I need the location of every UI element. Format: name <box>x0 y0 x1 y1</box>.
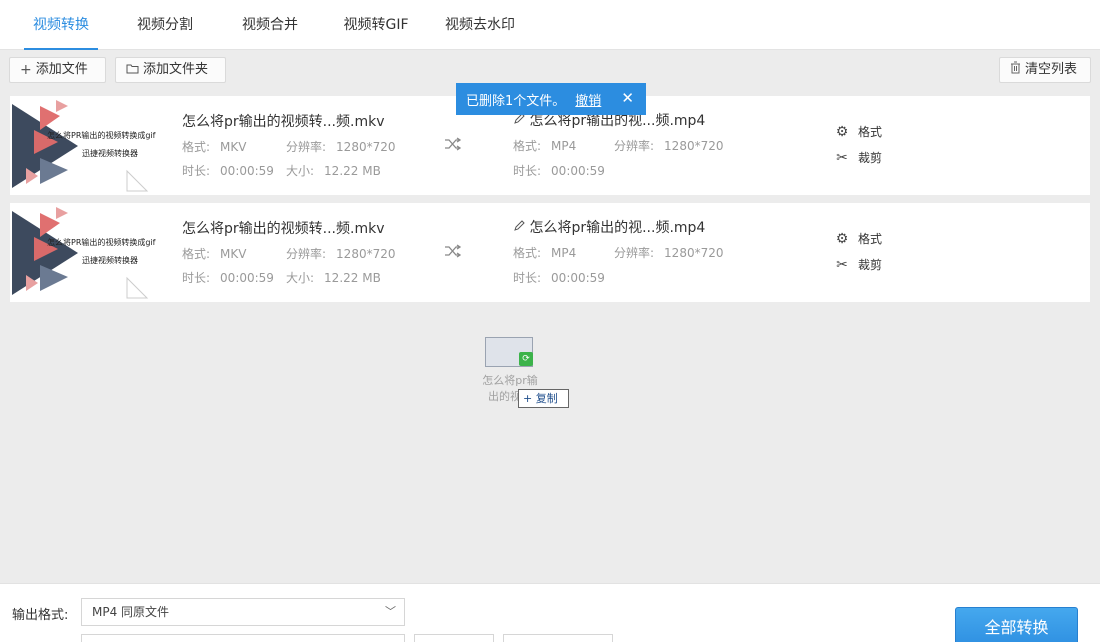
folder-icon <box>126 58 139 82</box>
change-directory-button[interactable] <box>414 634 494 642</box>
clear-list-label: 清空列表 <box>1025 62 1078 77</box>
source-format: 格式: MKV <box>182 140 247 154</box>
edit-pencil-icon[interactable] <box>513 220 529 236</box>
source-resolution: 分辨率: 1280*720 <box>286 247 396 261</box>
source-format: 格式: MKV <box>182 247 247 261</box>
source-file-name: 怎么将pr输出的视频转...频.mkv <box>182 114 385 130</box>
thumbnail-art <box>12 207 149 299</box>
thumbnail-title: 怎么将PR输出的视频转换成gif <box>47 238 156 247</box>
scissors-icon: ✂ <box>836 256 848 273</box>
source-resolution: 分辨率: 1280*720 <box>286 140 396 154</box>
gear-icon: ⚙ <box>835 230 849 247</box>
output-resolution: 分辨率: 1280*720 <box>614 139 724 153</box>
output-path-field[interactable] <box>81 634 405 642</box>
edit-pencil-icon[interactable] <box>513 113 529 129</box>
gear-icon: ⚙ <box>835 123 849 140</box>
file-row[interactable]: 怎么将PR输出的视频转换成gif 迅捷视频转换器 怎么将pr输出的视频转...频… <box>10 203 1090 302</box>
scissors-icon: ✂ <box>836 149 848 166</box>
convert-all-button[interactable]: 全部转换 <box>955 607 1078 642</box>
output-format: 格式: MP4 <box>513 246 577 260</box>
shuffle-arrow-icon <box>444 243 462 262</box>
add-folder-label: 添加文件夹 <box>143 62 209 77</box>
source-size: 大小: 12.22 MB <box>286 164 381 178</box>
output-format-select[interactable]: MP4 同原文件 ﹀ <box>81 598 405 626</box>
video-thumbnail: 怎么将PR输出的视频转换成gif 迅捷视频转换器 <box>12 203 162 302</box>
undo-link[interactable]: 撤销 <box>575 90 601 109</box>
tab-bar: 视频转换 视频分割 视频合并 视频转GIF 视频去水印 <box>0 0 1100 50</box>
add-file-button[interactable]: + 添加文件 <box>9 57 106 83</box>
output-duration: 时长: 00:00:59 <box>513 164 605 178</box>
tab-video-merge[interactable]: 视频合并 <box>235 0 305 50</box>
open-folder-button[interactable] <box>503 634 613 642</box>
output-format: 格式: MP4 <box>513 139 577 153</box>
close-icon[interactable]: ✕ <box>621 89 634 107</box>
tab-video-remove-watermark[interactable]: 视频去水印 <box>438 0 522 50</box>
drag-badge-icon: ⟳ <box>519 352 533 366</box>
bottom-bar: 输出格式: MP4 同原文件 ﹀ 全部转换 <box>0 583 1100 642</box>
plus-icon: + <box>523 392 533 405</box>
shuffle-arrow-icon <box>444 136 462 155</box>
clear-list-button[interactable]: 清空列表 <box>999 57 1091 83</box>
output-format-label: 输出格式: <box>12 608 69 623</box>
tab-video-convert[interactable]: 视频转换 <box>24 0 98 50</box>
add-folder-button[interactable]: 添加文件夹 <box>115 57 226 83</box>
add-file-label: 添加文件 <box>35 62 88 77</box>
output-file-name[interactable]: 怎么将pr输出的视...频.mp4 <box>513 217 705 237</box>
deleted-toast: 已删除1个文件。 撤销 ✕ <box>456 83 646 115</box>
thumbnail-subtitle: 迅捷视频转换器 <box>82 149 138 158</box>
source-duration: 时长: 00:00:59 <box>182 164 274 178</box>
tab-video-split[interactable]: 视频分割 <box>130 0 200 50</box>
plus-icon: + <box>20 62 32 78</box>
toast-message: 已删除1个文件。 <box>466 93 566 109</box>
tab-video-to-gif[interactable]: 视频转GIF <box>338 0 414 50</box>
output-duration: 时长: 00:00:59 <box>513 271 605 285</box>
drag-copy-tooltip: + 复制 <box>518 389 569 408</box>
format-settings-button[interactable]: ⚙ 格式 <box>834 230 882 247</box>
source-duration: 时长: 00:00:59 <box>182 271 274 285</box>
crop-button[interactable]: ✂ 裁剪 <box>834 149 882 166</box>
source-file-name: 怎么将pr输出的视频转...频.mkv <box>182 221 385 237</box>
format-settings-button[interactable]: ⚙ 格式 <box>834 123 882 140</box>
trash-icon <box>1010 58 1021 82</box>
crop-button[interactable]: ✂ 裁剪 <box>834 256 882 273</box>
output-resolution: 分辨率: 1280*720 <box>614 246 724 260</box>
video-thumbnail: 怎么将PR输出的视频转换成gif 迅捷视频转换器 <box>12 96 162 195</box>
source-size: 大小: 12.22 MB <box>286 271 381 285</box>
thumbnail-art <box>12 100 149 192</box>
thumbnail-subtitle: 迅捷视频转换器 <box>82 256 138 265</box>
thumbnail-title: 怎么将PR输出的视频转换成gif <box>47 131 156 140</box>
chevron-down-icon: ﹀ <box>385 605 396 618</box>
